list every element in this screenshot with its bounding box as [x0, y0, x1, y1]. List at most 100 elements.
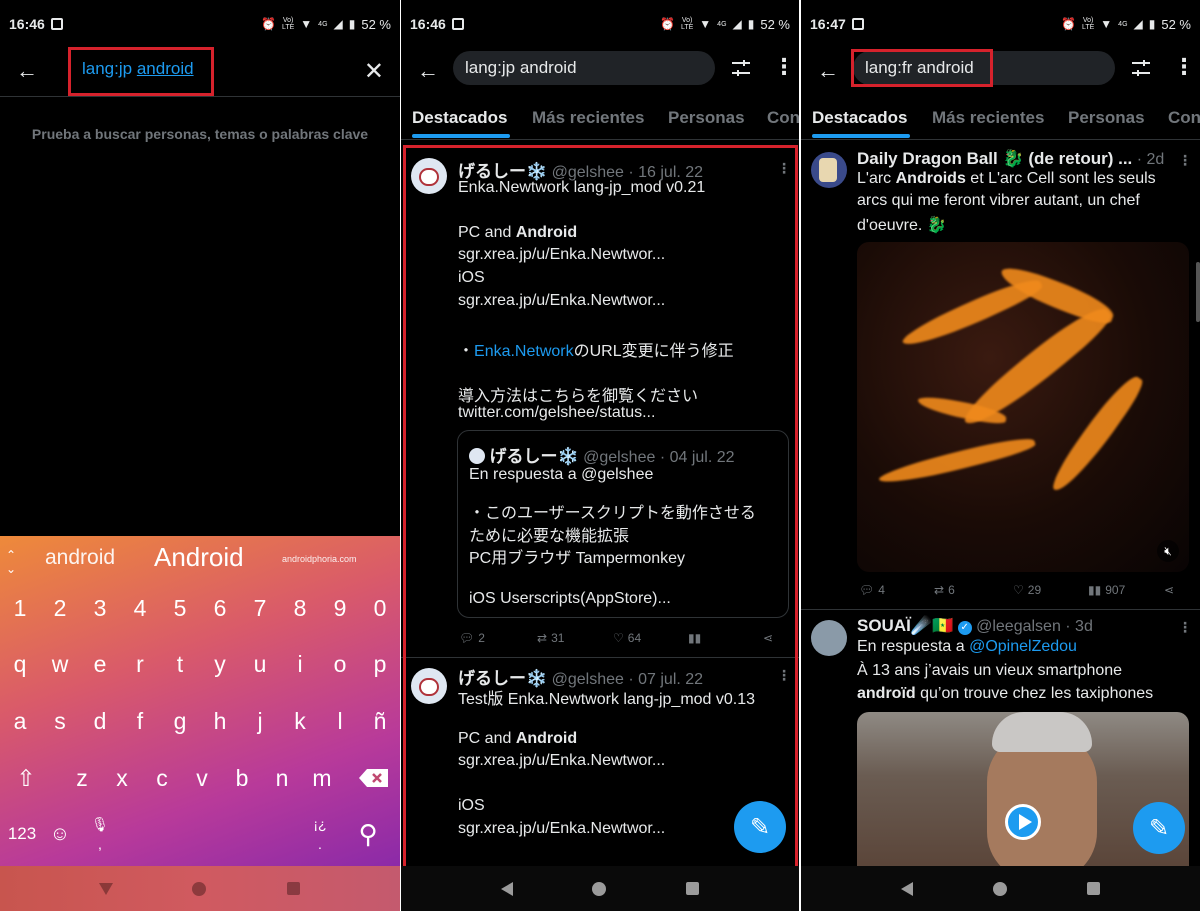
avatar[interactable]	[411, 668, 447, 704]
search-icon[interactable]: ⚲	[350, 814, 386, 854]
key[interactable]: z	[64, 758, 100, 798]
emoji-icon[interactable]: ☺	[42, 814, 78, 854]
compose-icon[interactable]: ✎	[1133, 802, 1185, 854]
home-nav-icon[interactable]	[993, 881, 1007, 896]
key[interactable]: ñ	[362, 701, 398, 741]
scrollbar[interactable]	[1196, 262, 1200, 322]
back-arrow-icon[interactable]: ←	[415, 58, 441, 84]
key[interactable]: v	[184, 758, 220, 798]
tweet-link[interactable]: sgr.xrea.jp/u/Enka.Newtwor...	[458, 246, 665, 264]
key[interactable]: t	[162, 644, 198, 684]
key[interactable]: p	[362, 644, 398, 684]
backspace-icon[interactable]	[352, 758, 396, 798]
key[interactable]: 7	[242, 588, 278, 628]
comma-key[interactable]: 🎙,	[82, 814, 118, 854]
key[interactable]: 1	[2, 588, 38, 628]
recents-nav-icon[interactable]	[686, 882, 700, 895]
key[interactable]: y	[202, 644, 238, 684]
tweet-video[interactable]	[857, 712, 1189, 872]
numbers-key[interactable]: 123	[2, 814, 42, 854]
more-icon[interactable]: ⋮	[1173, 56, 1195, 80]
recents-nav-icon[interactable]	[286, 882, 300, 895]
tweet-link[interactable]: sgr.xrea.jp/u/Enka.Newtwor...	[458, 820, 665, 838]
filter-icon[interactable]	[1129, 56, 1153, 80]
tab-con[interactable]: Con	[1168, 108, 1200, 128]
views-button[interactable]: ▮▮ 907	[1088, 583, 1125, 597]
suggestion-primary[interactable]: Android	[154, 542, 244, 573]
more-icon[interactable]: ⋮	[1178, 152, 1192, 169]
key[interactable]: n	[264, 758, 300, 798]
tab-mas-recientes[interactable]: Más recientes	[532, 108, 644, 128]
key[interactable]: 0	[362, 588, 398, 628]
key[interactable]: f	[122, 701, 158, 741]
key[interactable]: g	[162, 701, 198, 741]
tab-personas[interactable]: Personas	[668, 108, 745, 128]
key[interactable]: l	[322, 701, 358, 741]
search-input[interactable]: lang:jp android	[82, 59, 194, 79]
quoted-tweet[interactable]: げるしー❄️ @gelshee · 04 jul. 22 En respuest…	[457, 430, 789, 618]
key[interactable]: k	[282, 701, 318, 741]
search-input[interactable]: lang:fr android	[853, 51, 1115, 85]
key[interactable]: 4	[122, 588, 158, 628]
key[interactable]: w	[42, 644, 78, 684]
reply-button[interactable]: 💬︎ 4	[859, 583, 885, 597]
recents-nav-icon[interactable]	[1087, 882, 1100, 895]
play-icon[interactable]	[1005, 804, 1041, 840]
key[interactable]: h	[202, 701, 238, 741]
period-key[interactable]: ¡¿.	[302, 814, 338, 854]
key[interactable]: j	[242, 701, 278, 741]
reply-button[interactable]: 💬︎ 2	[459, 631, 485, 645]
key[interactable]: b	[224, 758, 260, 798]
search-input[interactable]: lang:jp android	[453, 51, 715, 85]
more-icon[interactable]: ⋮	[773, 56, 795, 80]
key[interactable]: i	[282, 644, 318, 684]
back-nav-icon[interactable]	[500, 881, 513, 896]
key[interactable]: d	[82, 701, 118, 741]
tweet[interactable]: げるしー❄️ @gelshee · 16 jul. 22 ⋮ Enka.Newt…	[401, 150, 799, 656]
key[interactable]: 3	[82, 588, 118, 628]
key[interactable]: 5	[162, 588, 198, 628]
retweet-button[interactable]: ⇄ 31	[537, 631, 564, 645]
tab-personas[interactable]: Personas	[1068, 108, 1145, 128]
expand-suggestions-icon[interactable]: ⌃ ⌄	[6, 548, 16, 576]
key[interactable]: 2	[42, 588, 78, 628]
share-icon[interactable]: ⋖	[763, 631, 773, 645]
home-nav-icon[interactable]	[592, 881, 607, 896]
tab-mas-recientes[interactable]: Más recientes	[932, 108, 1044, 128]
tweet-link[interactable]: twitter.com/gelshee/status...	[458, 404, 655, 422]
suggestion[interactable]: androidphoria.com	[282, 554, 357, 564]
tweet-video[interactable]: 🔇︎	[857, 242, 1189, 572]
close-icon[interactable]: ✕	[364, 57, 384, 86]
more-icon[interactable]: ⋮	[777, 160, 791, 177]
key[interactable]: x	[104, 758, 140, 798]
key[interactable]: o	[322, 644, 358, 684]
share-icon[interactable]: ⋖	[1164, 583, 1174, 597]
mute-icon[interactable]: 🔇︎	[1157, 540, 1179, 562]
tab-destacados[interactable]: Destacados	[812, 108, 907, 128]
tab-destacados[interactable]: Destacados	[412, 108, 507, 128]
like-button[interactable]: ♡ 64	[613, 631, 641, 645]
key[interactable]: 8	[282, 588, 318, 628]
shift-icon[interactable]: ⇧	[8, 758, 44, 798]
key[interactable]: 6	[202, 588, 238, 628]
more-icon[interactable]: ⋮	[1178, 619, 1192, 636]
tab-con[interactable]: Con	[767, 108, 799, 128]
key[interactable]: m	[304, 758, 340, 798]
tweet-link[interactable]: sgr.xrea.jp/u/Enka.Newtwor...	[458, 292, 665, 310]
back-nav-icon[interactable]	[901, 881, 913, 896]
avatar[interactable]	[811, 152, 847, 188]
key[interactable]: e	[82, 644, 118, 684]
suggestion[interactable]: android	[45, 546, 115, 570]
home-nav-icon[interactable]	[192, 881, 207, 896]
compose-icon[interactable]: ✎	[734, 801, 786, 853]
views-icon[interactable]: ▮▮	[688, 631, 701, 645]
avatar[interactable]	[411, 158, 447, 194]
key[interactable]: 9	[322, 588, 358, 628]
back-nav-icon[interactable]	[99, 882, 114, 895]
more-icon[interactable]: ⋮	[777, 667, 791, 684]
like-button[interactable]: ♡ 29	[1013, 583, 1041, 597]
key[interactable]: c	[144, 758, 180, 798]
key[interactable]: s	[42, 701, 78, 741]
avatar[interactable]	[811, 620, 847, 656]
key[interactable]: u	[242, 644, 278, 684]
